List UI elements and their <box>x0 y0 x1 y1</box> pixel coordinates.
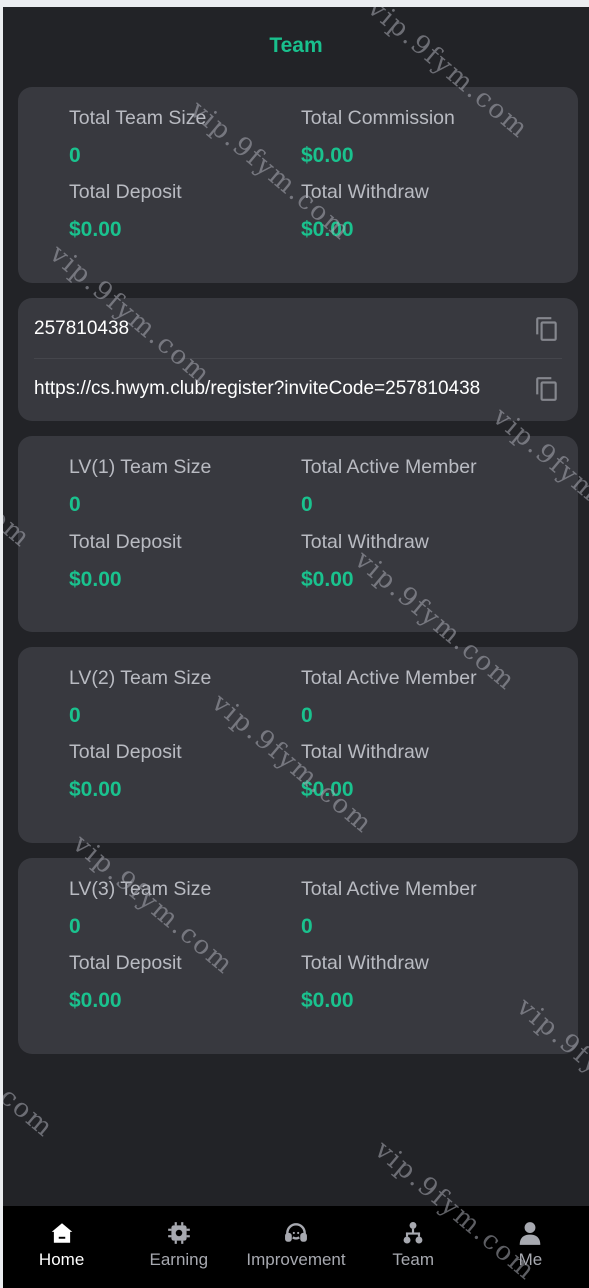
copy-icon[interactable] <box>534 316 560 342</box>
level-deposit-stat: Total Deposit $0.00 <box>69 530 299 594</box>
invite-code: 257810438 <box>34 318 130 339</box>
stat-label: Total Deposit <box>69 531 182 553</box>
stat-value: 0 <box>69 704 81 727</box>
tab-label: Home <box>38 1250 85 1269</box>
copy-icon[interactable] <box>534 376 560 402</box>
stat-value: $0.00 <box>69 218 122 241</box>
stat-value: $0.00 <box>301 778 354 801</box>
app-screen: Team Total Team Size 0 Total Commission … <box>3 7 589 1288</box>
stat-value: $0.00 <box>69 989 122 1012</box>
tab-earning[interactable]: Earning <box>120 1206 237 1288</box>
deposit-stat: Total Deposit $0.00 <box>69 180 299 244</box>
level-withdraw-stat: Total Withdraw $0.00 <box>301 951 531 1015</box>
level-1-card: LV(1) Team Size 0 Total Active Member 0 … <box>18 436 578 632</box>
bottom-tab-bar: Home Earning Improvement Team Me <box>3 1206 589 1288</box>
level-team-size-stat: LV(1) Team Size 0 <box>69 455 299 519</box>
tab-label: Earning <box>149 1250 209 1269</box>
person-icon <box>520 1222 541 1245</box>
stat-label: LV(1) Team Size <box>69 456 212 478</box>
invite-link-row: https://cs.hwym.club/register?inviteCode… <box>18 358 578 418</box>
tab-team[interactable]: Team <box>355 1206 472 1288</box>
stat-label: Total Deposit <box>69 952 182 974</box>
stat-label: Total Active Member <box>301 456 477 478</box>
withdraw-stat: Total Withdraw $0.00 <box>301 180 531 244</box>
stat-value: 0 <box>301 704 313 727</box>
stat-value: $0.00 <box>69 778 122 801</box>
commission-stat: Total Commission $0.00 <box>301 106 531 170</box>
tab-me[interactable]: Me <box>472 1206 589 1288</box>
chip-icon <box>167 1222 190 1244</box>
stat-value: $0.00 <box>301 989 354 1012</box>
stat-label: Total Active Member <box>301 667 477 689</box>
home-icon <box>51 1223 72 1243</box>
stat-value: $0.00 <box>301 568 354 591</box>
stat-label: Total Deposit <box>69 181 182 203</box>
invite-link: https://cs.hwym.club/register?inviteCode… <box>34 378 481 399</box>
stat-label: Total Commission <box>301 107 455 129</box>
stat-value: $0.00 <box>301 218 354 241</box>
level-team-size-stat: LV(3) Team Size 0 <box>69 877 299 941</box>
stat-label: Total Active Member <box>301 878 477 900</box>
level-deposit-stat: Total Deposit $0.00 <box>69 951 299 1015</box>
tab-label: Team <box>392 1250 434 1269</box>
stat-label: Total Withdraw <box>301 531 429 553</box>
team-size-stat: Total Team Size 0 <box>69 106 299 170</box>
invite-code-row: 257810438 <box>18 298 578 358</box>
team-icon <box>403 1221 423 1244</box>
level-active-member-stat: Total Active Member 0 <box>301 877 531 941</box>
tab-label: Me <box>518 1250 543 1269</box>
level-3-card: LV(3) Team Size 0 Total Active Member 0 … <box>18 858 578 1054</box>
stat-label: Total Withdraw <box>301 741 429 763</box>
tab-home[interactable]: Home <box>3 1206 120 1288</box>
level-withdraw-stat: Total Withdraw $0.00 <box>301 740 531 804</box>
invite-card: 257810438 https://cs.hwym.club/register?… <box>18 298 578 421</box>
stat-label: LV(2) Team Size <box>69 667 212 689</box>
level-team-size-stat: LV(2) Team Size 0 <box>69 666 299 730</box>
stat-value: $0.00 <box>301 144 354 167</box>
level-withdraw-stat: Total Withdraw $0.00 <box>301 530 531 594</box>
team-summary-card: Total Team Size 0 Total Commission $0.00… <box>18 87 578 283</box>
page-title: Team <box>269 34 323 57</box>
level-2-card: LV(2) Team Size 0 Total Active Member 0 … <box>18 647 578 843</box>
stat-value: 0 <box>301 493 313 516</box>
stat-label: Total Withdraw <box>301 181 429 203</box>
stat-value: 0 <box>69 144 81 167</box>
headset-icon <box>285 1223 307 1242</box>
tab-improvement[interactable]: Improvement <box>237 1206 354 1288</box>
stat-label: LV(3) Team Size <box>69 878 212 900</box>
stat-value: 0 <box>69 915 81 938</box>
stat-value: 0 <box>69 493 81 516</box>
stat-value: $0.00 <box>69 568 122 591</box>
stat-label: Total Deposit <box>69 741 182 763</box>
level-active-member-stat: Total Active Member 0 <box>301 455 531 519</box>
level-deposit-stat: Total Deposit $0.00 <box>69 740 299 804</box>
stat-value: 0 <box>301 915 313 938</box>
level-active-member-stat: Total Active Member 0 <box>301 666 531 730</box>
tab-label: Improvement <box>246 1250 346 1269</box>
stat-label: Total Withdraw <box>301 952 429 974</box>
stat-label: Total Team Size <box>69 107 207 129</box>
